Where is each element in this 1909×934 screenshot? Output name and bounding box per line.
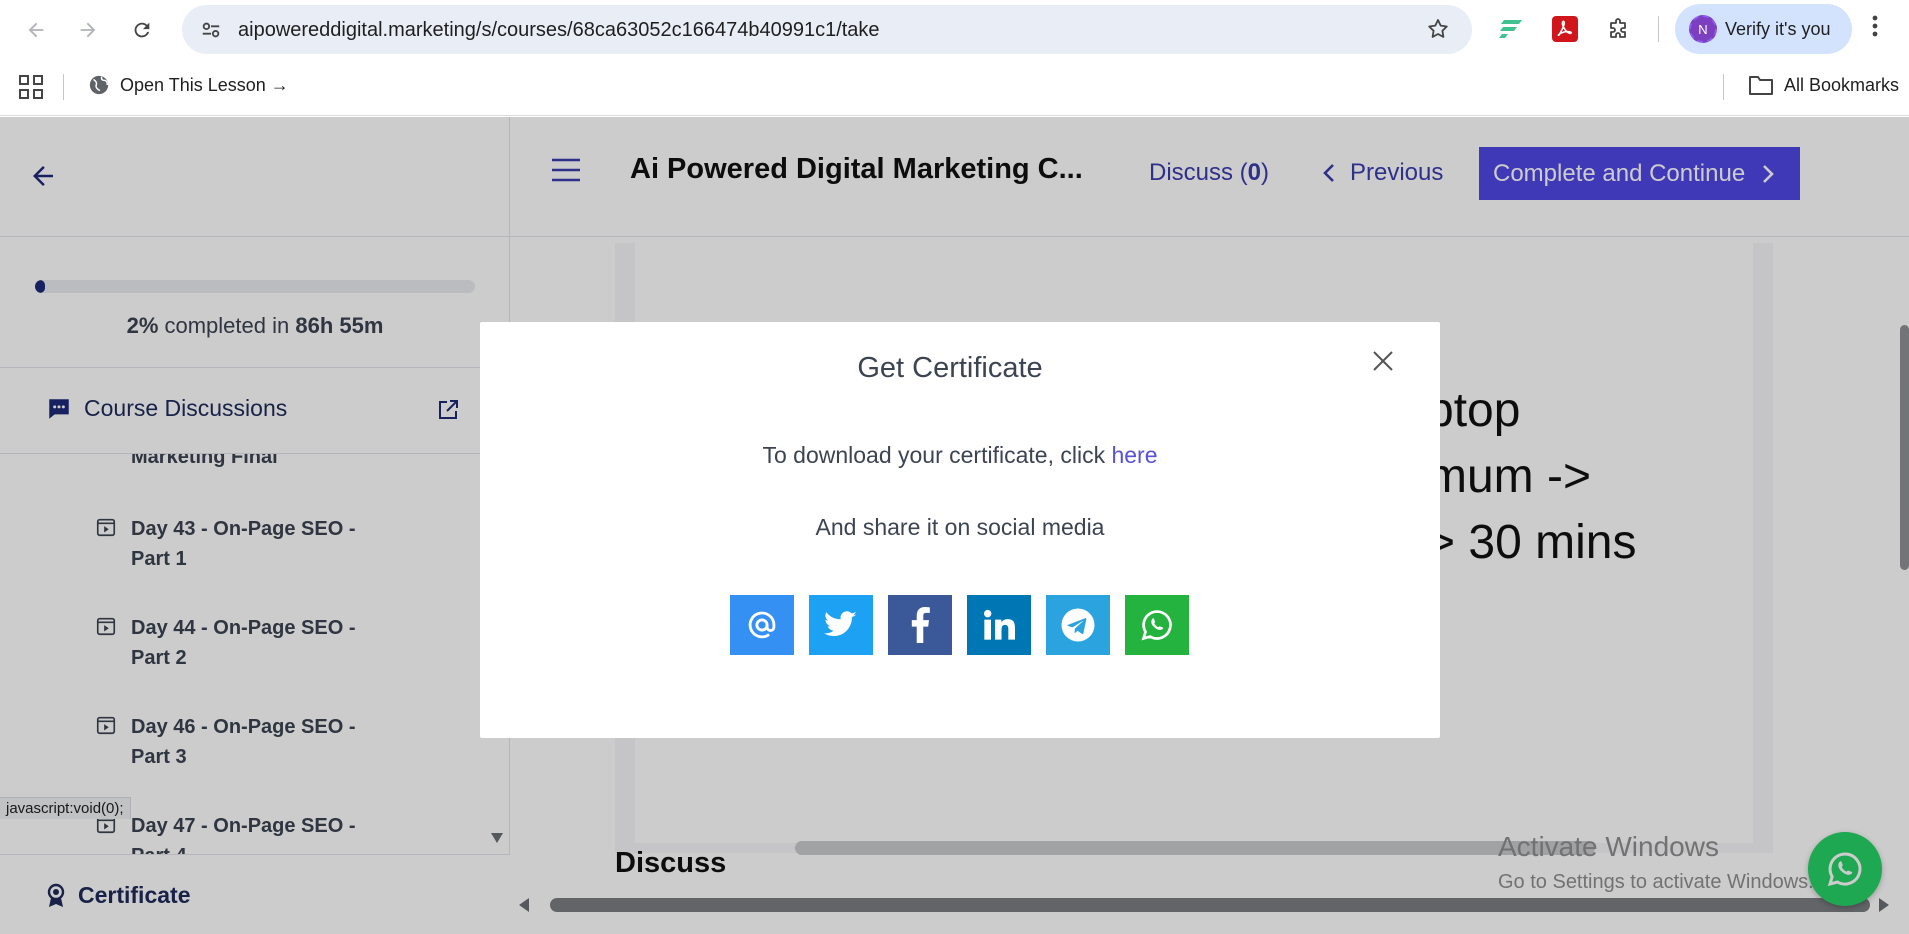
share-instructions: And share it on social media — [815, 514, 1105, 540]
share-buttons — [730, 595, 1204, 655]
extension-f-icon[interactable] — [1496, 14, 1526, 44]
folder-icon — [1749, 76, 1773, 95]
share-email-button[interactable] — [730, 595, 794, 655]
share-whatsapp-button[interactable] — [1125, 595, 1189, 655]
bookmark-label: Open This Lesson → — [120, 74, 289, 95]
bookmark-open-lesson[interactable]: Open This Lesson → — [88, 74, 289, 96]
telegram-icon — [1061, 608, 1095, 642]
modal-title: Get Certificate — [857, 352, 1043, 384]
arrow-left-icon — [28, 22, 44, 38]
download-certificate-link[interactable]: here — [1111, 442, 1157, 468]
share-facebook-button[interactable] — [888, 595, 952, 655]
profile-label: Verify it's you — [1725, 18, 1831, 39]
bookmarks-bar: Open This Lesson → All Bookmarks — [0, 62, 1909, 116]
back-button[interactable] — [18, 12, 54, 48]
linkedin-icon — [983, 609, 1015, 640]
download-instructions: To download your certificate, click here — [480, 442, 1440, 469]
avatar: N — [1689, 15, 1717, 43]
site-info-icon[interactable] — [200, 19, 222, 46]
menu-kebab-icon[interactable] — [1872, 14, 1878, 43]
whatsapp-icon — [1141, 610, 1172, 641]
apps-grid-icon[interactable] — [18, 74, 44, 105]
download-text: To download your certificate, click — [762, 442, 1112, 468]
bookmark-star-icon[interactable] — [1426, 17, 1450, 46]
close-icon[interactable] — [1368, 346, 1398, 376]
forward-button[interactable] — [70, 12, 106, 48]
url-text[interactable]: aipowereddigital.marketing/s/courses/68c… — [238, 19, 880, 42]
share-telegram-button[interactable] — [1046, 595, 1110, 655]
share-twitter-button[interactable] — [809, 595, 873, 655]
pdf-extension-icon[interactable] — [1550, 14, 1580, 44]
browser-toolbar: aipowereddigital.marketing/s/courses/68c… — [0, 0, 1909, 60]
share-linkedin-button[interactable] — [967, 595, 1031, 655]
all-bookmarks-button[interactable]: All Bookmarks — [1748, 74, 1899, 96]
arrow-right-icon — [80, 22, 96, 38]
all-bookmarks-label: All Bookmarks — [1784, 74, 1900, 95]
reload-icon — [134, 22, 150, 38]
twitter-icon — [824, 611, 857, 637]
bookmark-separator — [1723, 74, 1724, 100]
profile-button[interactable]: N Verify it's you — [1675, 4, 1852, 54]
globe-icon — [89, 75, 109, 95]
reload-button[interactable] — [124, 12, 160, 48]
address-bar[interactable]: aipowereddigital.marketing/s/courses/68c… — [182, 5, 1472, 54]
facebook-icon — [911, 607, 930, 643]
toolbar-separator — [1658, 16, 1659, 42]
bookmark-separator — [63, 74, 64, 100]
at-sign-icon — [748, 611, 776, 639]
get-certificate-modal: Get Certificate To download your certifi… — [480, 322, 1440, 738]
extensions-puzzle-icon[interactable] — [1604, 14, 1634, 44]
